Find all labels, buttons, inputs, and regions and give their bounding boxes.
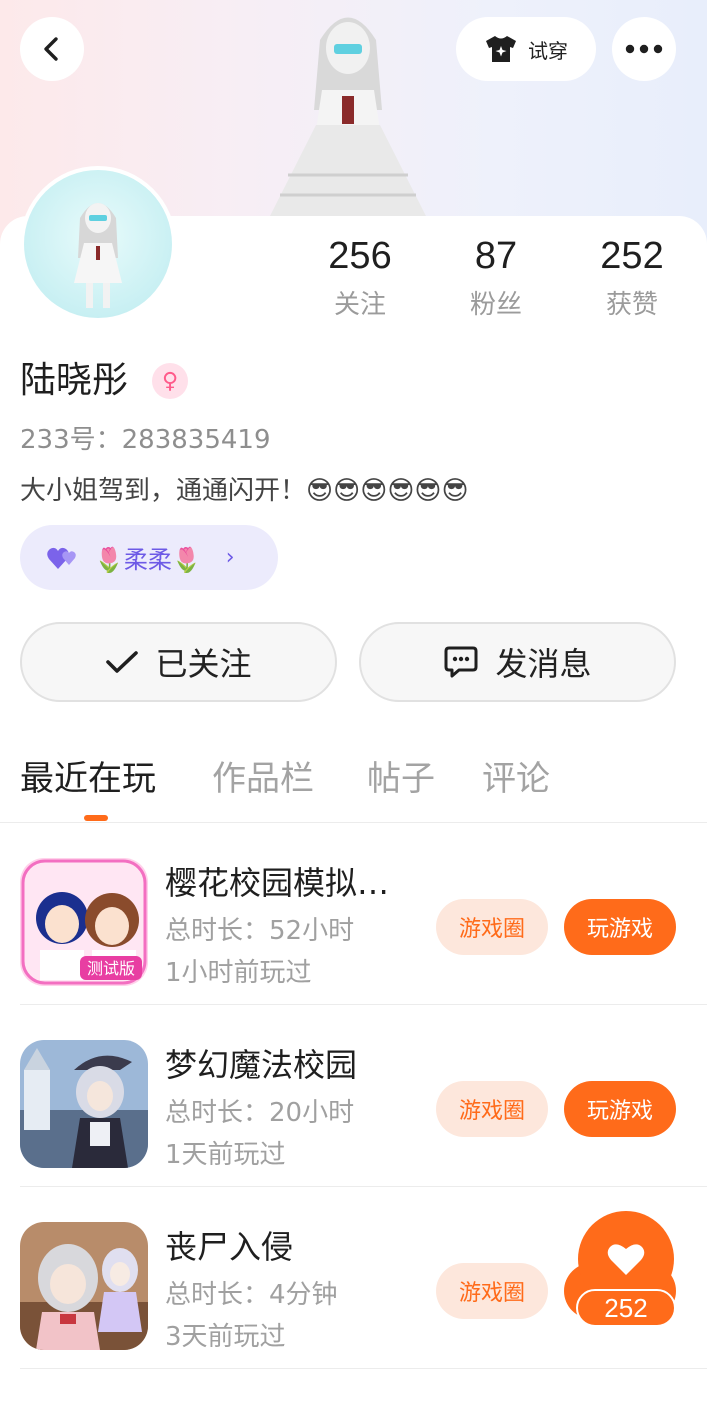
game-last-played: 1天前玩过 bbox=[165, 1140, 286, 1170]
likes-received-count: 252 bbox=[600, 235, 664, 277]
profile-tabs: 最近在玩 作品栏 帖子 评论 bbox=[0, 752, 707, 822]
tab-works[interactable]: 作品栏 bbox=[212, 752, 314, 806]
send-message-label: 发消息 bbox=[495, 645, 592, 683]
svg-text:测试版: 测试版 bbox=[87, 959, 135, 978]
game-name: 梦幻魔法校园 bbox=[165, 1046, 358, 1084]
more-dots-icon bbox=[625, 44, 663, 54]
stat-likes[interactable]: 252 获赞 bbox=[572, 232, 692, 321]
avatar[interactable] bbox=[20, 166, 176, 322]
game-icon-zombie-invasion[interactable] bbox=[20, 1222, 148, 1350]
more-options-button[interactable] bbox=[612, 17, 676, 81]
following-button-label: 已关注 bbox=[155, 645, 252, 683]
avatar-figure bbox=[74, 203, 122, 308]
game-circle-button[interactable]: 游戏圈 bbox=[436, 1263, 548, 1319]
game-last-played: 1小时前玩过 bbox=[165, 958, 312, 988]
cp-tag-label: 🌷柔柔🌷 bbox=[94, 546, 202, 574]
try-on-button[interactable]: 试穿 bbox=[456, 17, 596, 81]
game-duration: 总时长：4分钟 bbox=[165, 1280, 338, 1310]
active-tab-indicator bbox=[84, 815, 108, 821]
user-bio: 大小姐驾到，通通闪开！😎😎😎😎😎😎 bbox=[20, 476, 469, 506]
stat-fans[interactable]: 87 粉丝 bbox=[436, 232, 556, 321]
back-button[interactable] bbox=[20, 17, 84, 81]
row-divider bbox=[20, 1368, 707, 1369]
likes-received-label: 获赞 bbox=[605, 290, 658, 320]
following-label: 关注 bbox=[333, 290, 386, 320]
game-name: 樱花校园模拟… bbox=[165, 864, 390, 902]
username: 陆晓彤 bbox=[20, 360, 129, 401]
stat-following[interactable]: 256 关注 bbox=[300, 232, 420, 321]
female-gender-icon: ♀ bbox=[152, 363, 188, 399]
tab-posts[interactable]: 帖子 bbox=[367, 752, 435, 806]
tab-recently-played[interactable]: 最近在玩 bbox=[20, 752, 156, 806]
game-circle-button[interactable]: 游戏圈 bbox=[436, 899, 548, 955]
fans-count: 87 bbox=[474, 235, 518, 277]
double-heart-icon bbox=[47, 547, 76, 569]
game-duration: 总时长：52小时 bbox=[165, 916, 355, 946]
like-count-badge: 252 bbox=[576, 1289, 676, 1327]
following-count: 256 bbox=[328, 235, 392, 277]
play-game-button[interactable]: 玩游戏 bbox=[564, 899, 676, 955]
chat-bubble-icon bbox=[444, 646, 478, 678]
try-on-label: 试穿 bbox=[528, 38, 568, 63]
game-name: 丧尸入侵 bbox=[165, 1228, 294, 1266]
user-id: 233号：283835419 bbox=[20, 425, 271, 455]
cp-relationship-tag[interactable]: 🌷柔柔🌷 › bbox=[20, 525, 278, 590]
banner-avatar-figure bbox=[268, 17, 428, 220]
tshirt-icon bbox=[486, 36, 516, 62]
game-icon-magic-school[interactable] bbox=[20, 1040, 148, 1168]
game-row[interactable]: 测试版 樱花校园模拟… 总时长：52小时 1小时前玩过 游戏圈 玩游戏 bbox=[0, 823, 707, 1005]
avatar-image bbox=[24, 170, 172, 318]
game-duration: 总时长：20小时 bbox=[165, 1098, 355, 1128]
fans-label: 粉丝 bbox=[469, 290, 522, 320]
following-button[interactable]: 已关注 bbox=[20, 622, 337, 702]
heart-icon bbox=[607, 1244, 645, 1275]
checkmark-icon bbox=[106, 651, 139, 673]
game-last-played: 3天前玩过 bbox=[165, 1322, 286, 1352]
play-game-button[interactable]: 玩游戏 bbox=[564, 1081, 676, 1137]
game-circle-button[interactable]: 游戏圈 bbox=[436, 1081, 548, 1137]
send-message-button[interactable]: 发消息 bbox=[359, 622, 676, 702]
game-icon-sakura-school[interactable]: 测试版 bbox=[20, 858, 148, 986]
tab-comments[interactable]: 评论 bbox=[482, 752, 550, 806]
chevron-right-icon: › bbox=[225, 545, 235, 570]
chevron-left-icon bbox=[44, 37, 58, 61]
game-row[interactable]: 梦幻魔法校园 总时长：20小时 1天前玩过 游戏圈 玩游戏 bbox=[0, 1005, 707, 1187]
